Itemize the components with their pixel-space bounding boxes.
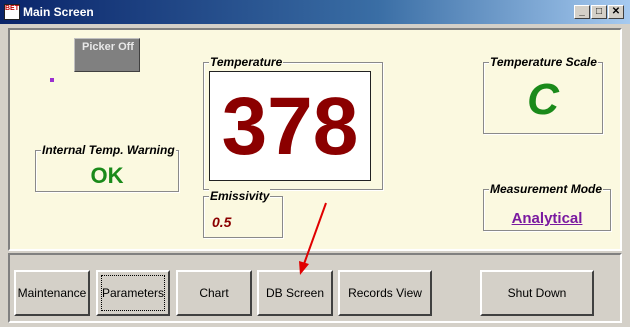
- annotation-arrow-head: [299, 261, 309, 275]
- annotation-arrow: [299, 202, 327, 275]
- annotation-arrow-line: [303, 202, 327, 265]
